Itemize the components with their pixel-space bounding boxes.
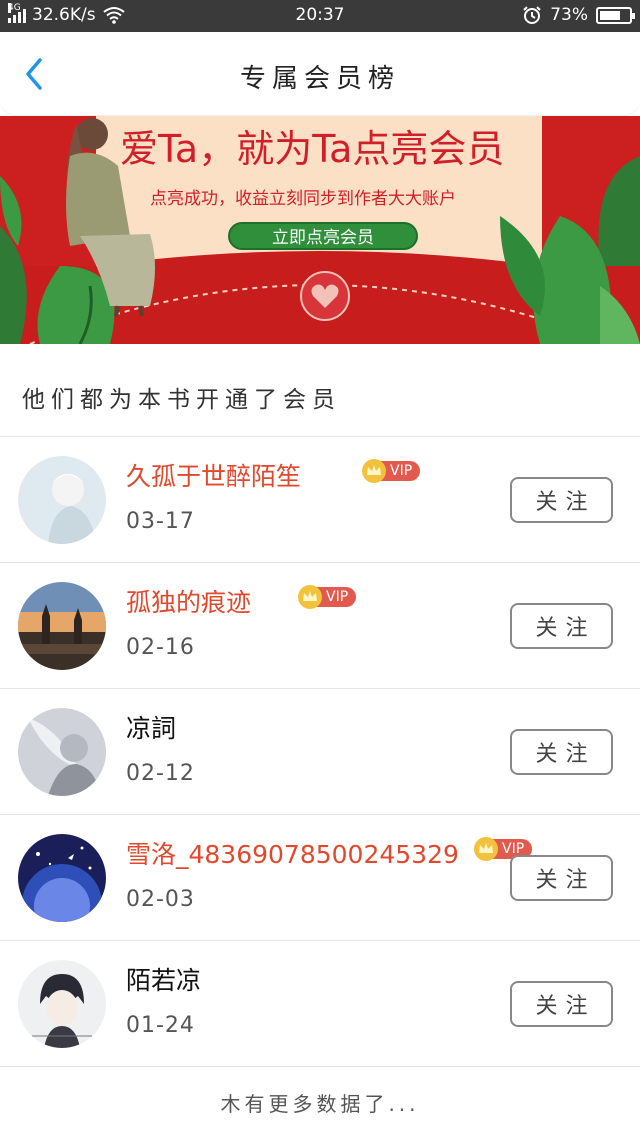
- member-row[interactable]: 久孤于世醉陌笙 VIP 03-17 关注: [0, 437, 640, 563]
- avatar-night-sky-icon: [18, 834, 106, 922]
- member-row[interactable]: 孤独的痕迹 VIP 02-16 关注: [0, 563, 640, 689]
- battery-percent: 73%: [550, 5, 588, 25]
- follow-button[interactable]: 关注: [510, 477, 613, 523]
- member-date: 03-17: [126, 509, 195, 534]
- member-row[interactable]: 雪洛_48369078500245329 VIP 02-03 关注: [0, 815, 640, 941]
- member-row[interactable]: 陌若凉 01-24 关注: [0, 941, 640, 1067]
- avatar[interactable]: [18, 708, 106, 796]
- crown-icon: [474, 837, 498, 861]
- avatar[interactable]: [18, 960, 106, 1048]
- battery-icon: [596, 6, 635, 24]
- avatar-anime-boy-icon: [18, 960, 106, 1048]
- vip-badge: VIP: [298, 585, 357, 609]
- crown-icon: [362, 459, 386, 483]
- follow-button[interactable]: 关注: [510, 855, 613, 901]
- member-date: 01-24: [126, 1013, 195, 1038]
- avatar-city-skyline-icon: [18, 582, 106, 670]
- avatar-grey-figure-icon: [18, 708, 106, 796]
- avatar[interactable]: [18, 582, 106, 670]
- status-right: 73%: [522, 5, 635, 25]
- follow-button[interactable]: 关注: [510, 729, 613, 775]
- member-date: 02-16: [126, 635, 195, 660]
- member-name[interactable]: 孤独的痕迹: [126, 583, 251, 619]
- crown-icon: [298, 585, 322, 609]
- banner-heading: 爱Ta，就为Ta点亮会员: [120, 127, 505, 171]
- avatar[interactable]: [18, 834, 106, 922]
- member-row[interactable]: 凉詞 02-12 关注: [0, 689, 640, 815]
- follow-button[interactable]: 关注: [510, 603, 613, 649]
- banner-subtitle: 点亮成功，收益立刻同步到作者大大账户: [150, 189, 456, 209]
- member-name[interactable]: 凉詞: [126, 709, 176, 745]
- member-date: 02-12: [126, 761, 195, 786]
- member-name[interactable]: 雪洛_48369078500245329: [126, 835, 459, 871]
- page-title: 专属会员榜: [239, 64, 400, 94]
- section-title: 他们都为本书开通了会员: [22, 387, 341, 413]
- member-name[interactable]: 陌若凉: [126, 961, 201, 997]
- vip-badge: VIP: [362, 459, 421, 483]
- follow-button[interactable]: 关注: [510, 981, 613, 1027]
- vip-label: VIP: [380, 461, 421, 481]
- light-up-member-button[interactable]: 立即点亮会员: [228, 222, 418, 250]
- member-date: 02-03: [126, 887, 195, 912]
- avatar-pale-figure-icon: [18, 456, 106, 544]
- alarm-icon: [523, 6, 541, 24]
- nav-header: 专属会员榜: [0, 32, 640, 116]
- member-name[interactable]: 久孤于世醉陌笙: [126, 457, 301, 493]
- status-bar: 4G 32.6K/s 20:37 73%: [0, 0, 640, 32]
- vip-label: VIP: [316, 587, 357, 607]
- avatar[interactable]: [18, 456, 106, 544]
- promo-banner[interactable]: 爱Ta，就为Ta点亮会员 点亮成功，收益立刻同步到作者大大账户 立即点亮会员: [0, 116, 640, 344]
- list-end-text: 木有更多数据了...: [220, 1092, 420, 1116]
